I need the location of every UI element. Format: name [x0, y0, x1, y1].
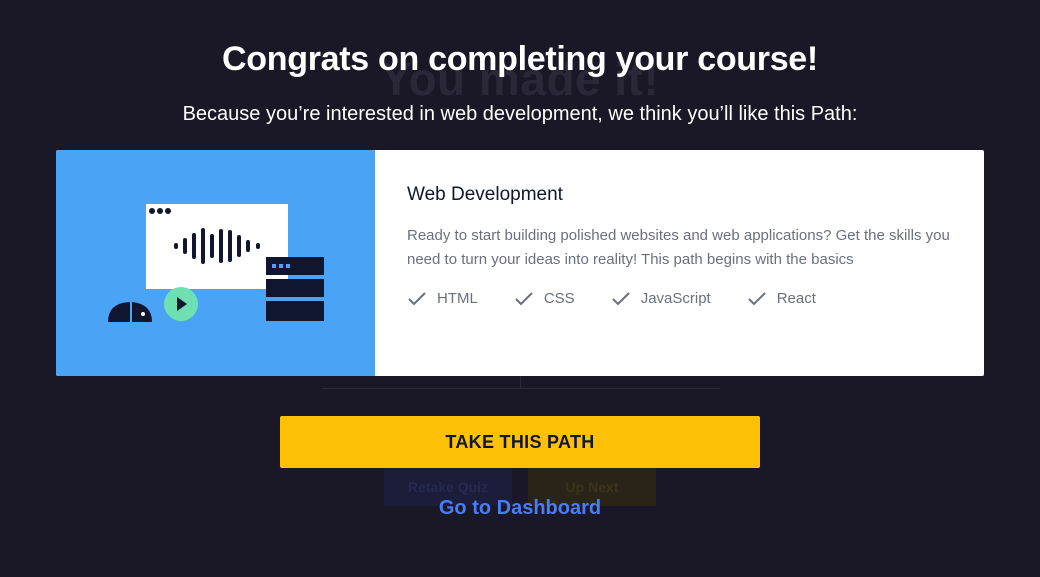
skill-item: JavaScript — [611, 290, 711, 307]
path-card[interactable]: Web Development Ready to start building … — [56, 150, 984, 376]
skill-label: JavaScript — [640, 290, 711, 307]
skill-item: CSS — [514, 290, 575, 307]
skill-label: HTML — [437, 290, 478, 307]
background-divider — [322, 388, 720, 389]
skill-label: CSS — [543, 290, 575, 307]
page-subtitle: Because you’re interested in web develop… — [182, 103, 858, 125]
take-this-path-button[interactable]: TAKE THIS PATH — [280, 416, 760, 468]
path-illustration — [56, 150, 375, 376]
page-title: Congrats on completing your course! — [222, 40, 818, 78]
description-fade — [847, 248, 967, 272]
check-icon — [515, 291, 533, 305]
course-complete-screen: You made it! Retake Quiz Up Next Congrat… — [0, 0, 1040, 577]
skill-item: HTML — [407, 290, 478, 307]
skill-list: HTML CSS JavaScript React — [407, 290, 967, 307]
path-title: Web Development — [407, 184, 563, 205]
path-description: Ready to start building polished website… — [407, 224, 967, 272]
skill-label: React — [776, 290, 816, 307]
path-card-body: Web Development Ready to start building … — [375, 150, 984, 376]
check-icon — [611, 291, 630, 305]
check-icon — [408, 291, 426, 305]
skill-item: React — [747, 290, 816, 307]
background-divider-vertical — [520, 376, 521, 389]
check-icon — [748, 291, 766, 305]
go-to-dashboard-link[interactable]: Go to Dashboard — [0, 497, 1040, 520]
web-development-illustration-icon — [108, 204, 324, 322]
